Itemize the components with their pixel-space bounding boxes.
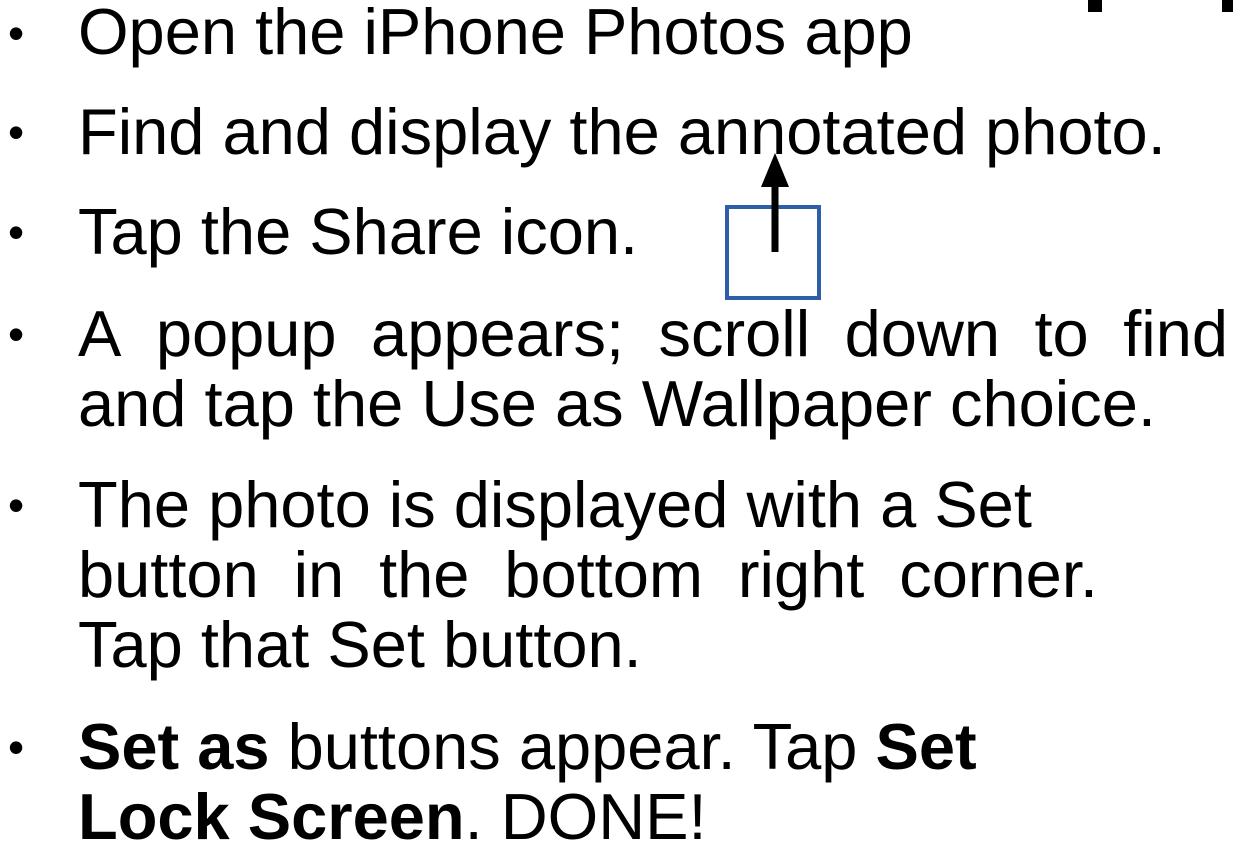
word: to	[1034, 297, 1089, 370]
share-arrow-icon	[761, 153, 789, 252]
list-item-text: Open the iPhone Photos app	[78, 0, 913, 68]
bullet-dot: •	[8, 7, 25, 59]
instruction-list: • Open the iPhone Photos app • Find and …	[0, 0, 1239, 852]
word: A	[78, 297, 122, 370]
cropped-corner-mark	[1222, 0, 1233, 12]
bullet-dot: •	[8, 721, 25, 773]
bullet-dot: •	[8, 308, 25, 360]
list-item-text-line-1: A popup appears; scroll down to find	[78, 299, 1228, 369]
word: appears;	[371, 297, 625, 370]
word: in	[293, 538, 345, 611]
list-item-text: Tap the Share icon.	[78, 195, 639, 268]
list-item-text-line-1: Set as buttons appear. Tap Set	[78, 712, 977, 782]
bold-text: Set as	[78, 710, 270, 783]
word: the	[379, 538, 470, 611]
list-item-text-line-2: button in the bottom right corner.	[78, 540, 1098, 610]
word: find	[1123, 297, 1228, 370]
word: down	[844, 297, 1001, 370]
bullet-dot: •	[8, 479, 25, 531]
list-item-text-line-1: The photo is displayed with a Set	[78, 468, 1032, 541]
plain-text: buttons appear. Tap	[269, 710, 876, 783]
list-item-text-line-2: Lock Screen. DONE!	[78, 782, 707, 852]
word: corner.	[899, 538, 1098, 611]
list-item-text-line-2: and tap the Use as Wallpaper choice.	[78, 367, 1156, 440]
bullet-dot: •	[8, 206, 25, 258]
plain-text: . DONE!	[464, 780, 707, 853]
word: button	[78, 538, 259, 611]
word: bottom	[504, 538, 704, 611]
word: popup	[155, 297, 337, 370]
list-item-text-line-3: Tap that Set button.	[78, 608, 642, 681]
word: scroll	[658, 297, 811, 370]
word: right	[737, 538, 865, 611]
bold-text: Lock Screen	[78, 780, 465, 853]
bullet-dot: •	[8, 106, 25, 158]
list-item-text: Find and display the annotated photo.	[78, 95, 1166, 168]
bold-text: Set	[875, 710, 977, 783]
cropped-corner-mark	[1088, 0, 1102, 12]
